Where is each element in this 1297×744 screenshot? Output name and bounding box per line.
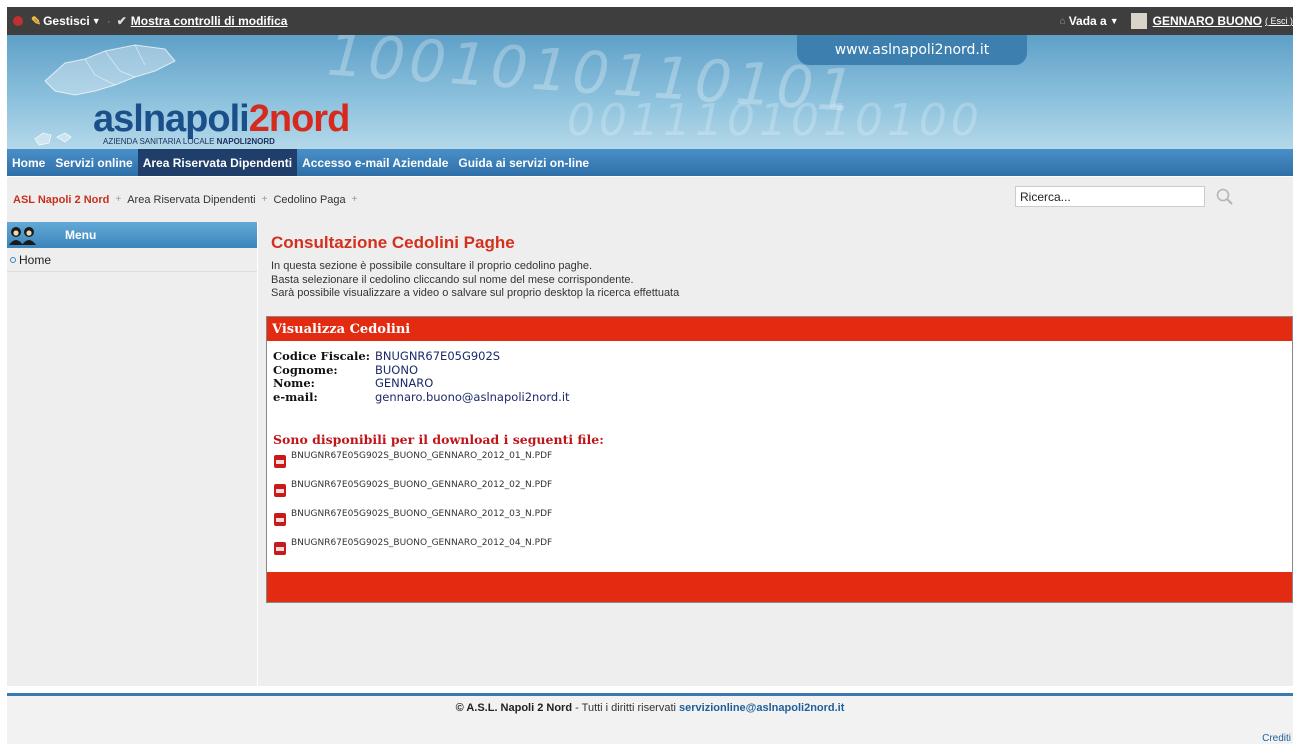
mostra-controlli-toggle[interactable]: ✔ Mostra controlli di modifica [117, 14, 288, 28]
breadcrumb-area-riservata[interactable]: Area Riservata Dipendenti [127, 194, 255, 206]
main-navigation: Home Servizi online Area Riservata Dipen… [7, 149, 1293, 176]
breadcrumb-bar: ASL Napoli 2 Nord + Area Riservata Dipen… [7, 177, 1293, 222]
logo-wordmark: aslnapoli2nord [93, 98, 351, 140]
home-icon: ⌂ [1059, 15, 1066, 27]
crediti-link[interactable]: Crediti [1262, 733, 1291, 744]
description-line: In questa sezione è possibile consultare… [271, 260, 593, 272]
sidebar-item-label: Home [19, 252, 52, 267]
description-line: Sarà possibile visualizzare a video o sa… [271, 287, 680, 299]
breadcrumb-cedolino-paga[interactable]: Cedolino Paga [273, 194, 345, 206]
info-value: gennaro.buono@aslnapoli2nord.it [375, 389, 570, 404]
asl-logo[interactable]: aslnapoli2nord AZIENDA SANITARIA LOCALE … [93, 98, 351, 146]
info-value: BUONO [375, 362, 419, 377]
chevron-down-icon: ▼ [91, 16, 101, 26]
logo-sub-prefix: AZIENDA SANITARIA LOCALE [103, 137, 217, 146]
gestisci-label: Gestisci [43, 14, 90, 28]
islands-map-icon [34, 132, 72, 146]
footer-copyright: © A.S.L. Napoli 2 Nord - Tutti i diritti… [7, 702, 1293, 714]
mostra-controlli-link[interactable]: Mostra controlli di modifica [131, 14, 288, 28]
topbar-right: ⌂ Vada a ▼ GENNARO BUONO ( Esci ) [1060, 13, 1293, 29]
info-row-cognome: Cognome: BUONO [273, 362, 570, 378]
check-icon: ✔ [116, 14, 127, 28]
banner-binary-decoration-2: 0011101010100 [567, 95, 983, 146]
file-item[interactable]: BNUGNR67E05G902S_BUONO_GENNARO_2012_01_N… [273, 451, 552, 480]
nav-accesso-email[interactable]: Accesso e-mail Aziendale [297, 149, 453, 176]
nav-guida-servizi[interactable]: Guida ai servizi on-line [453, 149, 594, 176]
bullet-icon [10, 256, 16, 263]
sidebar-menu-header: Menu [7, 222, 257, 248]
breadcrumb-separator: + [115, 194, 122, 205]
file-link[interactable]: BNUGNR67E05G902S_BUONO_GENNARO_2012_02_N… [291, 480, 552, 490]
region-map-icon [44, 44, 176, 96]
file-item[interactable]: BNUGNR67E05G902S_BUONO_GENNARO_2012_03_N… [273, 509, 552, 538]
pdf-icon [274, 513, 286, 526]
file-item[interactable]: BNUGNR67E05G902S_BUONO_GENNARO_2012_02_N… [273, 480, 552, 509]
file-link[interactable]: BNUGNR67E05G902S_BUONO_GENNARO_2012_03_N… [291, 509, 552, 519]
sidebar-item-home[interactable]: Home [7, 248, 257, 272]
breadcrumb-home-link[interactable]: ASL Napoli 2 Nord [13, 194, 109, 206]
pencil-icon: ✎ [31, 14, 42, 28]
logout-link[interactable]: ( Esci ) [1265, 16, 1293, 26]
vada-a-label: Vada a [1068, 14, 1107, 28]
info-label: e-mail: [273, 389, 318, 404]
info-value: GENNARO [375, 376, 434, 390]
pdf-icon [274, 455, 286, 468]
header-banner: 1001010110101 0011101010100 www.aslnapol… [7, 35, 1293, 149]
page-title: Consultazione Cedolini Paghe [271, 233, 515, 252]
avatar [1130, 13, 1147, 29]
people-icon [9, 227, 36, 245]
logo-sub-bold: NAPOLI2NORD [216, 137, 275, 146]
gestisci-menu[interactable]: ✎ Gestisci ▼ [31, 14, 101, 28]
info-label: Nome: [273, 376, 315, 390]
main-content: Consultazione Cedolini Paghe In questa s… [258, 222, 1293, 686]
info-row-email: e-mail: gennaro.buono@aslnapoli2nord.it [273, 389, 570, 405]
page-footer: © A.S.L. Napoli 2 Nord - Tutti i diritti… [7, 696, 1293, 744]
footer-email-link[interactable]: servizionline@aslnapoli2nord.it [679, 702, 844, 714]
page-description: In questa sezione è possibile consultare… [271, 260, 679, 301]
search-input[interactable] [1015, 186, 1205, 207]
copyright-label: © A.S.L. Napoli 2 Nord [455, 702, 573, 714]
info-value: BNUGNR67E05G902S [375, 349, 501, 363]
description-line: Basta selezionare il cedolino cliccando … [271, 273, 634, 286]
nav-home[interactable]: Home [7, 149, 50, 176]
logo-asl: asl [93, 98, 144, 140]
file-list: BNUGNR67E05G902S_BUONO_GENNARO_2012_01_N… [273, 451, 552, 567]
info-label: Cognome: [273, 362, 338, 377]
separator: · [106, 14, 111, 28]
nav-servizi-online[interactable]: Servizi online [50, 149, 137, 176]
site-url: www.aslnapoli2nord.it [797, 35, 1027, 65]
user-name-link[interactable]: GENNARO BUONO [1153, 14, 1262, 28]
info-label: Codice Fiscale: [273, 349, 370, 363]
site-action-bar: ✎ Gestisci ▼ · ✔ Mostra controlli di mod… [7, 7, 1293, 35]
info-row-codice-fiscale: Codice Fiscale: BNUGNR67E05G902S [273, 349, 570, 364]
cedolini-panel: Visualizza Cedolini Codice Fiscale: BNUG… [266, 316, 1293, 603]
sidebar: Menu Home [7, 222, 257, 686]
nav-area-riservata[interactable]: Area Riservata Dipendenti [137, 149, 298, 176]
downloads-title: Sono disponibili per il download i segue… [273, 432, 604, 447]
sidebar-menu-title: Menu [65, 228, 97, 242]
rights-text: - Tutti i diritti riservati [572, 702, 680, 714]
panel-title: Visualizza Cedolini [267, 317, 1292, 341]
pdf-icon [274, 484, 286, 497]
chevron-down-icon: ▼ [1109, 16, 1119, 26]
vada-a-menu[interactable]: ⌂ Vada a ▼ [1060, 14, 1119, 28]
employee-info: Codice Fiscale: BNUGNR67E05G902S Cognome… [273, 349, 570, 405]
logo-2nord: 2nord [248, 98, 351, 140]
file-link[interactable]: BNUGNR67E05G902S_BUONO_GENNARO_2012_01_N… [291, 451, 552, 461]
panel-footer [267, 572, 1292, 602]
logo-napoli: napoli [142, 98, 250, 140]
breadcrumb-separator: + [261, 194, 268, 205]
pdf-icon [274, 542, 286, 555]
site-actions-icon[interactable] [13, 16, 23, 26]
info-row-nome: Nome: GENNARO [273, 376, 570, 391]
file-item[interactable]: BNUGNR67E05G902S_BUONO_GENNARO_2012_04_N… [273, 538, 552, 567]
file-link[interactable]: BNUGNR67E05G902S_BUONO_GENNARO_2012_04_N… [291, 538, 552, 548]
breadcrumb-separator: + [351, 194, 358, 205]
search-icon[interactable] [1214, 186, 1236, 208]
